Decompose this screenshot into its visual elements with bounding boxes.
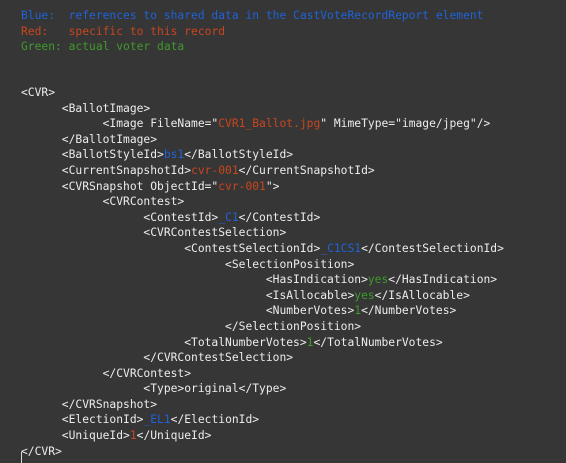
code-text: <IsAllocable>: [21, 288, 355, 302]
code-line: <CVRContestSelection>: [21, 225, 504, 241]
code-text: <ContestId>: [21, 210, 219, 224]
code-text: <ElectionId>: [21, 413, 144, 427]
code-line: <ContestId>_C1</ContestId>: [21, 210, 504, 226]
code-text: </CVR>: [21, 444, 62, 458]
code-line: <Image FileName="CVR1_Ballot.jpg" MimeTy…: [21, 116, 504, 132]
code-line: <CurrentSnapshotId>cvr-001</CurrentSnaps…: [21, 163, 504, 179]
code-text: </UniqueId>: [136, 429, 212, 443]
code-text: </TotalNumberVotes>: [313, 335, 443, 349]
code-text: <CVRContest>: [21, 195, 185, 209]
code-value-blue: bs1: [163, 148, 185, 162]
code-text: <CurrentSnapshotId>: [21, 163, 192, 177]
code-text: </ContestSelectionId>: [361, 241, 504, 255]
code-text: <BallotStyleId>: [21, 148, 164, 162]
code-text: " MimeType="image/jpeg"/>: [320, 117, 491, 131]
code-line: <NumberVotes>1</NumberVotes>: [21, 303, 504, 319]
code-line: </CVRContestSelection>: [21, 350, 504, 366]
color-legend: Blue: references to shared data in the C…: [21, 8, 484, 55]
code-line: </BallotImage>: [21, 132, 504, 148]
code-value-red: CVR1_Ballot.jpg: [218, 117, 321, 131]
code-text: </CVRSnapshot>: [21, 397, 158, 411]
code-text: </CurrentSnapshotId>: [238, 163, 375, 177]
code-text: <CVRContestSelection>: [21, 226, 287, 240]
code-text: </NumberVotes>: [361, 304, 457, 318]
code-text: </SelectionPosition>: [21, 319, 362, 333]
code-text: </BallotStyleId>: [184, 148, 294, 162]
code-line: </SelectionPosition>: [21, 319, 504, 335]
code-line: <TotalNumberVotes>1</TotalNumberVotes>: [21, 335, 504, 351]
code-line: <HasIndication>yes</HasIndication>: [21, 272, 504, 288]
code-text: <TotalNumberVotes>: [21, 335, 307, 349]
legend-green: Green: actual voter data: [21, 40, 185, 54]
code-line: <Type>original</Type>: [21, 381, 504, 397]
code-line: <BallotStyleId>bs1</BallotStyleId>: [21, 147, 504, 163]
code-text: <CVR>: [21, 86, 56, 99]
code-text: <SelectionPosition>: [21, 257, 355, 271]
code-text: <Image FileName=": [21, 117, 219, 131]
code-text: </CVRContest>: [21, 366, 192, 380]
code-line: <IsAllocable>yes</IsAllocable>: [21, 288, 504, 304]
code-text: </BallotImage>: [21, 132, 158, 146]
code-text: <Type>original</Type>: [21, 382, 287, 396]
code-value-red: 1: [129, 429, 137, 443]
code-text: </CVRContestSelection>: [21, 351, 294, 365]
page: { "legend": { "blue": "Blue: references …: [0, 0, 566, 463]
xml-code-block: <CVR> <BallotImage> <Image FileName="CVR…: [21, 85, 504, 459]
text-cursor: [21, 452, 22, 463]
code-line: <ContestSelectionId>_C1CS1</ContestSelec…: [21, 241, 504, 257]
code-text: <CVRSnapshot ObjectId=": [21, 179, 219, 193]
code-text: <BallotImage>: [21, 101, 151, 115]
code-text: </IsAllocable>: [374, 288, 470, 302]
code-line: <BallotImage>: [21, 101, 504, 117]
code-line: <UniqueId>1</UniqueId>: [21, 428, 504, 444]
legend-blue: Blue: references to shared data in the C…: [21, 9, 484, 22]
code-line: </CVRSnapshot>: [21, 397, 504, 413]
code-text: <UniqueId>: [21, 429, 130, 443]
code-value-blue: _C1: [218, 210, 239, 224]
code-text: <HasIndication>: [21, 273, 368, 287]
code-value-blue: _C1CS1: [320, 241, 362, 255]
legend-red: Red: specific to this record: [21, 24, 226, 38]
code-line: <SelectionPosition>: [21, 257, 504, 273]
code-line: <CVRSnapshot ObjectId="cvr-001">: [21, 179, 504, 195]
code-text: <ContestSelectionId>: [21, 241, 321, 255]
code-value-blue: _EL1: [143, 413, 171, 427]
code-value-green: yes: [367, 273, 389, 287]
code-line: </CVRContest>: [21, 366, 504, 382]
code-line: <ElectionId>_EL1</ElectionId>: [21, 412, 504, 428]
code-value-green: yes: [354, 288, 375, 302]
code-line: </CVR>: [21, 444, 504, 460]
code-text: <NumberVotes>: [21, 304, 355, 318]
code-line: <CVRContest>: [21, 194, 504, 210]
code-line: <CVR>: [21, 85, 504, 101]
code-value-red: cvr-001: [218, 179, 266, 193]
code-text: </ContestId>: [238, 210, 321, 224]
code-text: ">: [265, 179, 280, 193]
code-value-red: cvr-001: [191, 163, 239, 177]
code-text: </ElectionId>: [170, 413, 260, 427]
code-text: </HasIndication>: [388, 273, 498, 287]
